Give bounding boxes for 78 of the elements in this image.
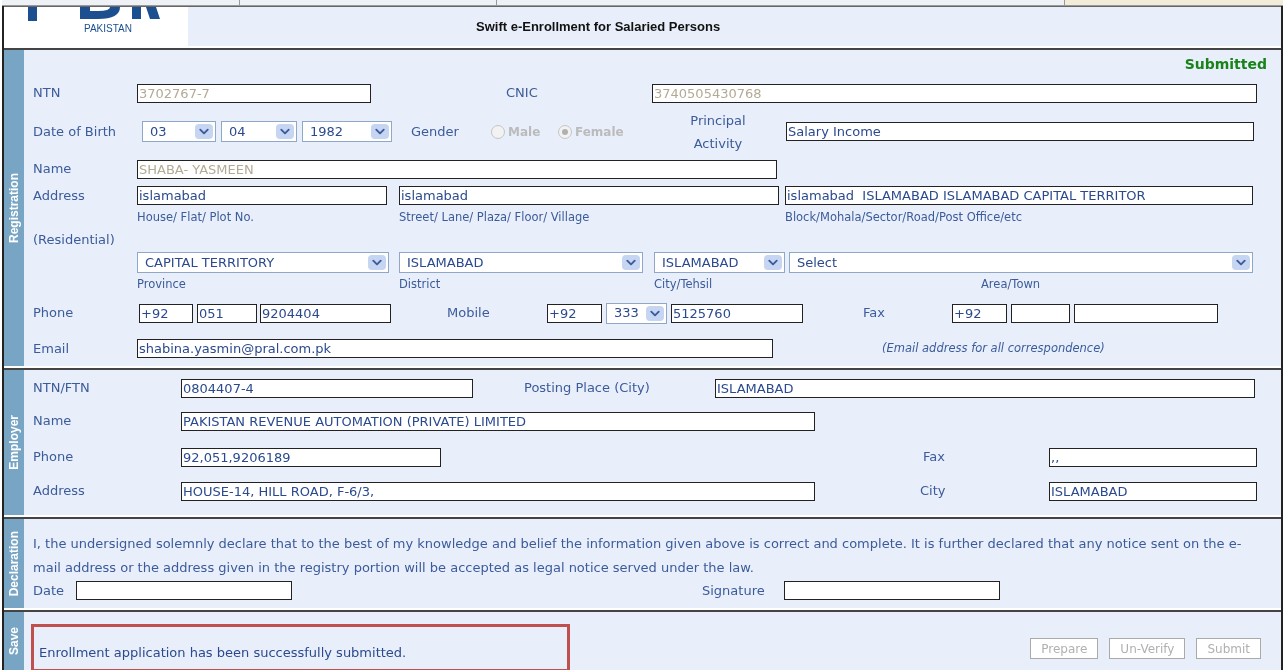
dropdown[interactable]: 1982 — [302, 121, 392, 142]
field-label: Phone — [33, 448, 75, 467]
field-label: NTN/FTN — [33, 379, 91, 398]
input-field[interactable]: islamabad — [137, 186, 387, 205]
field-label: Date of Birth — [33, 122, 118, 141]
dropdown[interactable]: 333 — [606, 302, 667, 324]
field-label: Principal Activity — [689, 111, 747, 153]
dropdown[interactable]: 03 — [142, 121, 216, 142]
input-field[interactable]: PAKISTAN REVENUE AUTOMATION (PRIVATE) LIMITED — [181, 411, 815, 431]
chevron-down-icon — [371, 124, 389, 139]
email-note: (Email address for all correspondence) — [882, 339, 1105, 357]
field-label: Email — [33, 339, 71, 358]
input-field[interactable]: ,, — [1049, 447, 1257, 467]
section-label: Registration — [6, 173, 22, 243]
input-field[interactable]: Salary Income — [786, 122, 1254, 141]
field-label: Name — [33, 412, 73, 431]
input-field[interactable] — [1074, 303, 1218, 323]
field-label: Mobile — [447, 304, 491, 323]
chevron-down-icon — [622, 255, 640, 270]
input-field[interactable] — [76, 581, 292, 601]
chevron-down-icon — [276, 124, 294, 139]
field-label: (Residential) — [33, 230, 116, 249]
radio-label: Male — [508, 123, 541, 141]
input-field[interactable]: islamabad ISLAMABAD ISLAMABAD CAPITAL TERRITOR — [785, 186, 1253, 205]
chevron-down-icon — [368, 255, 386, 270]
dropdown[interactable]: ISLAMABAD — [654, 252, 785, 273]
input-field[interactable] — [1011, 303, 1070, 323]
input-field[interactable]: 5125760 — [671, 303, 803, 323]
section-label: Save — [6, 627, 22, 655]
chevron-down-icon — [764, 255, 782, 270]
page-title: Swift e-Enrollment for Salaried Persons — [476, 17, 721, 36]
section-label: Employer — [6, 415, 22, 470]
radio-label: Female — [575, 123, 624, 141]
dropdown[interactable]: CAPITAL TERRITORY — [137, 252, 389, 273]
input-field[interactable]: ISLAMABAD — [715, 378, 1255, 398]
field-caption: Province — [137, 276, 187, 294]
field-label: Gender — [411, 122, 460, 141]
field-label: Fax — [863, 304, 886, 323]
chevron-down-icon — [1232, 255, 1250, 270]
field-label: Address — [33, 186, 86, 205]
input-field[interactable]: 0804407-4 — [181, 378, 473, 398]
input-field[interactable]: shabina.yasmin@pral.com.pk — [137, 339, 773, 358]
declaration-text: I, the undersigned solemnly declare that to the best of my knowledge and belief the information given above is correct and complete. It is further declared that any notice sent on the e-mail address or the address given in the registry portion will be accepted as legal notice served under the law. — [32, 534, 1243, 577]
input-field[interactable]: islamabad — [399, 186, 779, 205]
chevron-down-icon — [646, 305, 664, 321]
field-label: Posting Place (City) — [524, 379, 651, 398]
field-label: Date — [33, 582, 66, 601]
field-caption: Block/Mohala/Sector/Road/Post Office/etc — [785, 208, 1024, 226]
logo-caption: PAKISTAN — [84, 23, 132, 35]
input-field[interactable]: ISLAMABAD — [1049, 481, 1257, 501]
status-label: Submitted — [1184, 54, 1267, 74]
success-message: Enrollment application has been successfully submitted. — [39, 645, 407, 660]
input-field[interactable]: 9204404 — [260, 303, 391, 323]
field-caption: District — [399, 276, 442, 294]
dropdown[interactable]: Select — [789, 252, 1253, 273]
section-label: Declaration — [6, 530, 22, 597]
field-label: NTN — [33, 84, 62, 103]
field-caption: House/ Flat/ Plot No. — [137, 208, 255, 226]
field-label: CNIC — [506, 84, 539, 103]
dropdown[interactable]: 04 — [221, 121, 297, 142]
field-label: City — [920, 482, 947, 501]
input-field[interactable]: +92 — [139, 303, 193, 323]
input-field[interactable]: +92 — [547, 303, 602, 323]
dropdown[interactable]: ISLAMABAD — [399, 252, 643, 273]
field-label: Address — [33, 482, 86, 501]
field-caption: City/Tehsil — [654, 276, 714, 294]
field-caption: Street/ Lane/ Plaza/ Floor/ Village — [399, 208, 591, 226]
field-label: Phone — [33, 304, 75, 323]
field-label: Signature — [702, 582, 766, 601]
field-label: Name — [33, 160, 73, 179]
field-label: Fax — [923, 448, 946, 467]
input-field[interactable]: HOUSE-14, HILL ROAD, F-6/3, — [181, 481, 815, 501]
chevron-down-icon — [195, 124, 213, 139]
field-caption: Area/Town — [981, 276, 1042, 294]
input-field[interactable]: +92 — [952, 303, 1007, 323]
input-field[interactable] — [784, 581, 1000, 601]
input-field[interactable]: 051 — [197, 303, 257, 323]
input-field[interactable]: 92,051,9206189 — [181, 447, 441, 467]
